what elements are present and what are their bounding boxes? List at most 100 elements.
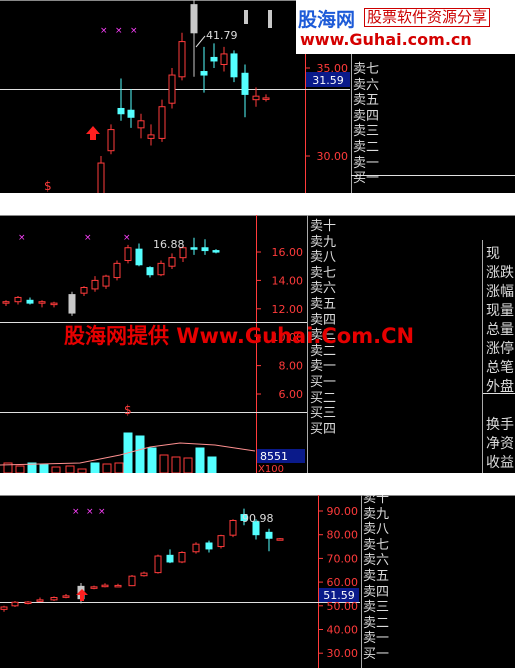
volume-bar <box>135 435 145 473</box>
order-book-level: 卖四 <box>363 584 390 600</box>
panel3-candle <box>128 575 136 587</box>
order-book-level: 卖四 <box>353 108 380 124</box>
panel3-candle <box>229 519 237 536</box>
watermark-url: www.Guhai.com.cn <box>300 30 472 49</box>
order-book-level: 买四 <box>310 421 337 437</box>
panel1-candle <box>127 109 135 118</box>
panel3-candle <box>140 572 148 577</box>
candlestick-chart-3[interactable]: 90.0080.0070.0060.0050.0040.0030.0051.59… <box>0 495 515 668</box>
panel1-candle <box>210 56 218 62</box>
chart-panel-3: 90.00 80.00 70.00 60.00 50.00 40.00 30.00 51.59… <box>0 495 515 668</box>
buy-arrow <box>86 126 100 140</box>
panel3-candle <box>101 584 109 588</box>
panel3-candle <box>178 551 186 563</box>
order-book-level: 卖二 <box>353 139 380 155</box>
panel2-candle <box>157 262 165 276</box>
marker-x: × <box>84 233 92 243</box>
panel2-candle <box>113 262 121 279</box>
panel1-candle <box>190 4 198 34</box>
quote-info-label: 换手 <box>486 417 514 433</box>
peak-price-label: 16.88 <box>153 238 185 251</box>
watermark-brand: 股海网 <box>298 9 356 31</box>
peak-price-label: 90.98 <box>242 512 274 525</box>
order-book-level: 卖十 <box>363 495 390 506</box>
panel1-candle <box>117 107 125 115</box>
panel1-candle <box>220 53 228 65</box>
panel2-candle <box>135 248 143 266</box>
panel2-candle <box>168 257 176 267</box>
order-book-level: 卖七 <box>363 537 390 553</box>
order-book-level: 买三 <box>310 406 337 422</box>
y-tick-label: 30.00 <box>327 647 359 660</box>
y-tick-label: 80.00 <box>327 529 359 542</box>
order-book-level: 卖五 <box>363 568 390 584</box>
panel3-candle <box>166 554 174 563</box>
order-book-level: 卖五 <box>310 296 337 312</box>
order-book-level: 买一 <box>353 171 380 187</box>
volume-bar <box>90 462 100 473</box>
quote-info-label: 总笔 <box>486 360 514 376</box>
panel1-candle <box>252 95 260 101</box>
panel2-candle <box>212 250 220 253</box>
quote-info-label: 净资 <box>486 436 514 452</box>
panel3-candle <box>62 595 70 598</box>
panel1-candle <box>107 129 115 152</box>
volume-bar <box>159 454 169 473</box>
panel2-candle <box>38 301 46 304</box>
order-book-level: 卖六 <box>310 281 337 297</box>
panel2-candle <box>2 301 10 304</box>
current-price-label: 31.59 <box>312 74 344 87</box>
panel3-candle <box>205 542 213 550</box>
panel2-candle <box>50 302 58 306</box>
marker-x: × <box>100 26 108 36</box>
order-book-level: 卖七 <box>353 62 380 77</box>
panel3-candle <box>217 535 225 548</box>
order-book-level: 卖一 <box>363 631 390 647</box>
quote-info-label: 涨跌 <box>486 265 514 281</box>
order-book-level: 卖五 <box>353 93 380 109</box>
panel1-candle <box>178 41 186 78</box>
panel2-candle <box>124 247 132 262</box>
volume-bar <box>15 465 25 473</box>
panel3-candle <box>0 606 8 610</box>
panel2-candle <box>68 294 76 314</box>
current-price-label: 51.59 <box>323 589 355 602</box>
volume-bar <box>65 465 75 473</box>
panel3-candle <box>90 586 98 589</box>
panel1-candle <box>168 74 176 104</box>
order-book-level: 卖八 <box>310 250 337 266</box>
y-tick-label: 60.00 <box>327 576 359 589</box>
indicator-tick <box>244 10 248 24</box>
order-book-1: 卖七 卖六 卖五 卖四 卖三 卖二 卖一 买一 <box>353 62 379 187</box>
order-book-level: 卖三 <box>353 124 380 140</box>
marker-x: × <box>98 507 106 517</box>
order-book-level: 卖六 <box>363 553 390 569</box>
panel2-candle <box>102 275 110 287</box>
panel2-candle <box>146 267 154 276</box>
quote-info-label: 收益 <box>486 455 514 471</box>
order-book-level: 卖三 <box>363 600 390 616</box>
marker-x: × <box>130 26 138 36</box>
panel2-candle <box>91 279 99 290</box>
panel3-candle <box>24 601 32 605</box>
volume-bar <box>39 463 49 473</box>
order-book-level: 买一 <box>310 374 337 390</box>
quote-info-label: 涨幅 <box>486 284 514 300</box>
marker-x: × <box>123 233 131 243</box>
marker-x: × <box>86 507 94 517</box>
order-book-level: 卖九 <box>310 234 337 250</box>
y-tick-label: 6.00 <box>279 388 304 401</box>
panel3-candle <box>11 601 19 607</box>
order-book-level: 卖六 <box>353 77 380 93</box>
panel3-candle <box>265 531 273 539</box>
quote-info-label <box>486 397 514 416</box>
order-book-level: 卖七 <box>310 265 337 281</box>
volume-bar <box>195 447 205 473</box>
panel3-candle <box>114 584 122 588</box>
panel1-candle <box>147 134 155 139</box>
order-book-level: 卖十 <box>310 219 337 234</box>
volume-bar <box>114 462 124 473</box>
volume-unit-label: X100 <box>258 464 284 473</box>
panel2-candle <box>201 247 209 252</box>
panel1-candle <box>241 72 249 95</box>
